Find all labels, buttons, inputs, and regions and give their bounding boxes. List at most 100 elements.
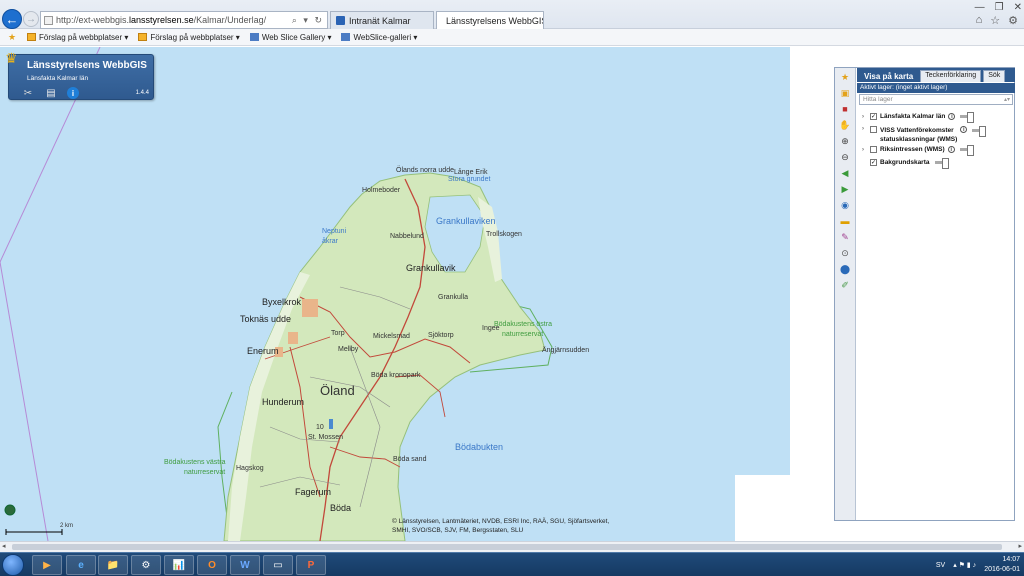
language-indicator[interactable]: SV: [936, 562, 945, 569]
globe-tool-icon[interactable]: ◉: [838, 199, 852, 211]
gallery-icon: [249, 33, 259, 41]
favorites-item[interactable]: WebSlice-galleri ▾: [341, 33, 417, 42]
favorites-item[interactable]: Förslag på webbplatser ▾: [138, 32, 240, 42]
layer-info-icon[interactable]: i: [960, 126, 968, 133]
identify-tool-icon[interactable]: ⊙: [838, 247, 852, 259]
map-label: Bödakustens östra: [494, 321, 552, 328]
taskbar-outlook-icon[interactable]: O: [197, 555, 227, 575]
map-label: Grankulla: [438, 294, 468, 301]
bookmark-tool-icon[interactable]: ■: [838, 103, 852, 115]
layer-item[interactable]: › ✓ Länsfakta Kalmar län i: [862, 112, 975, 123]
opacity-slider[interactable]: [972, 126, 987, 137]
draw-tool-icon[interactable]: ✐: [838, 279, 852, 291]
taskbar-ie-icon[interactable]: e: [66, 555, 96, 575]
road-marker: [329, 419, 333, 429]
info-icon[interactable]: i: [67, 87, 79, 99]
zoom-in-icon[interactable]: ⊕: [838, 135, 852, 147]
map-viewport[interactable]: Ölands norra udde Långe Erik Stora grund…: [0, 47, 1024, 541]
expand-icon[interactable]: ›: [862, 147, 867, 153]
horizontal-scrollbar[interactable]: ◂ ▸: [0, 541, 1024, 552]
browser-window: ← → http://ext-webbgis. lansstyrelsen.se /…: [0, 0, 1024, 576]
app-subtitle: Länsfakta Kalmar län: [27, 75, 89, 82]
favorites-star-button[interactable]: ★: [8, 33, 17, 42]
webslice-icon: [27, 33, 36, 41]
address-tools[interactable]: ⌕ ▾ ↻: [292, 15, 324, 26]
webbgis-header: ♛ Länsstyrelsens WebbGIS Länsfakta Kalma…: [5, 51, 154, 100]
pan-hand-icon[interactable]: ✋: [838, 119, 852, 131]
close-window-button[interactable]: ✕: [1014, 2, 1022, 13]
tools-icon[interactable]: ✂: [21, 87, 35, 99]
favorites-item[interactable]: Förslag på webbplatser ▾: [27, 33, 128, 42]
map-label: Sjöktorp: [428, 332, 454, 339]
favorites-star-icon[interactable]: ☆: [990, 14, 1000, 27]
maximize-button[interactable]: ❐: [995, 2, 1004, 13]
taskbar-explorer-icon[interactable]: 📁: [98, 555, 128, 575]
layers-tool-icon[interactable]: ▬: [838, 215, 852, 227]
map-label: Ölands norra udde: [396, 167, 454, 174]
scroll-thumb[interactable]: [12, 544, 1002, 550]
layer-checkbox[interactable]: ✓: [870, 159, 877, 166]
tray-icons[interactable]: ▴ ⚑ ▮ ♪: [953, 561, 976, 569]
measure-tool-icon[interactable]: ✎: [838, 231, 852, 243]
minimize-button[interactable]: —: [975, 2, 985, 13]
layer-info-icon[interactable]: i: [947, 146, 955, 153]
address-path: /Kalmar/Underlag/: [193, 15, 267, 25]
page-favicon-icon: [44, 15, 53, 25]
layer-checkbox[interactable]: ✓: [870, 113, 877, 120]
back-button[interactable]: ←: [2, 9, 22, 29]
tab-intranat[interactable]: Intranät Kalmar: [330, 11, 434, 29]
map-label: Toknäs udde: [240, 314, 292, 324]
scroll-right-icon[interactable]: ▸: [1018, 542, 1022, 550]
taskbar-tool-icon[interactable]: ⚙: [131, 555, 161, 575]
layer-filter-input[interactable]: Hitta lager ▴▾: [859, 94, 1013, 105]
favorites-item-label: Förslag på webbplatser ▾: [150, 32, 240, 42]
zoom-out-icon[interactable]: ⊖: [838, 151, 852, 163]
favorites-item[interactable]: Web Slice Gallery ▾: [249, 33, 331, 42]
layer-checkbox[interactable]: [870, 126, 877, 133]
browser-right-tools: ⌂ ☆ ⚙: [976, 14, 1018, 27]
taskbar-media-icon[interactable]: ▶: [32, 555, 62, 575]
opacity-slider[interactable]: [959, 145, 974, 156]
favorites-bar: ★ Förslag på webbplatser ▾ Förslag på we…: [0, 29, 1024, 46]
home-icon[interactable]: ⌂: [976, 14, 983, 27]
taskbar-app-icon[interactable]: 📊: [164, 555, 194, 575]
pin-tool-icon[interactable]: ⬤: [838, 263, 852, 275]
start-button[interactable]: [2, 554, 24, 576]
map-label: Ingee: [482, 325, 500, 332]
taskbar-window-icon[interactable]: ▭: [263, 555, 293, 575]
forward-arrow-icon[interactable]: ▶: [838, 183, 852, 195]
folder-tool-icon[interactable]: ▣: [838, 87, 852, 99]
opacity-slider[interactable]: [934, 158, 949, 169]
print-icon[interactable]: ▤: [44, 87, 58, 99]
taskbar-word-icon[interactable]: W: [230, 555, 260, 575]
settings-gear-icon[interactable]: ⚙: [1008, 14, 1018, 27]
back-arrow-icon[interactable]: ◀: [838, 167, 852, 179]
opacity-slider[interactable]: [960, 112, 975, 123]
tab-teckenforklaring[interactable]: Teckenförklaring: [920, 70, 982, 82]
map-attribution: © Länsstyrelsen, Lantmäteriet, NVDB, ESR…: [392, 518, 610, 525]
map-label: Trollskogen: [486, 231, 522, 238]
taskbar-powerpoint-icon[interactable]: P: [296, 555, 326, 575]
star-tool-icon[interactable]: ★: [838, 71, 852, 83]
map-attribution: SMHI, SVO/SCB, SJV, FM, Bergsstaten, SLU: [392, 527, 524, 534]
intranet-tab-icon: [336, 16, 345, 25]
map-label: Neptuni åkrar: [322, 228, 347, 245]
layer-panel: ★ ▣ ■ ✋ ⊕ ⊖ ◀ ▶ ◉ ▬ ✎ ⊙ ⬤ ✐ Visa på kart…: [834, 67, 1015, 521]
tab-sok[interactable]: Sök: [983, 70, 1006, 82]
tab-webbgis[interactable]: Länsstyrelsens WebbGIS ✕: [436, 11, 544, 29]
layer-info-icon[interactable]: i: [948, 113, 956, 120]
layer-label: Länsfakta Kalmar län: [880, 113, 946, 120]
scroll-left-icon[interactable]: ◂: [2, 542, 6, 550]
layer-item[interactable]: › Riksintressen (WMS) i: [862, 145, 974, 156]
tab-visa-pa-karta[interactable]: Visa på karta: [859, 70, 919, 82]
address-bar[interactable]: http://ext-webbgis. lansstyrelsen.se/Kalm…: [40, 11, 328, 29]
layer-item[interactable]: › VISS Vattenförekomster statusklassninga…: [862, 126, 987, 144]
layer-item[interactable]: ✓ Bakgrundskarta: [862, 158, 949, 169]
layer-checkbox[interactable]: [870, 146, 877, 153]
expand-icon[interactable]: ›: [862, 114, 867, 120]
forward-button[interactable]: →: [23, 11, 39, 27]
map-label: Hunderum: [262, 397, 305, 407]
map-label: Stora grundet: [448, 176, 491, 183]
expand-icon[interactable]: ›: [862, 126, 867, 132]
clock[interactable]: 14:07 2016-06-01: [984, 555, 1020, 575]
